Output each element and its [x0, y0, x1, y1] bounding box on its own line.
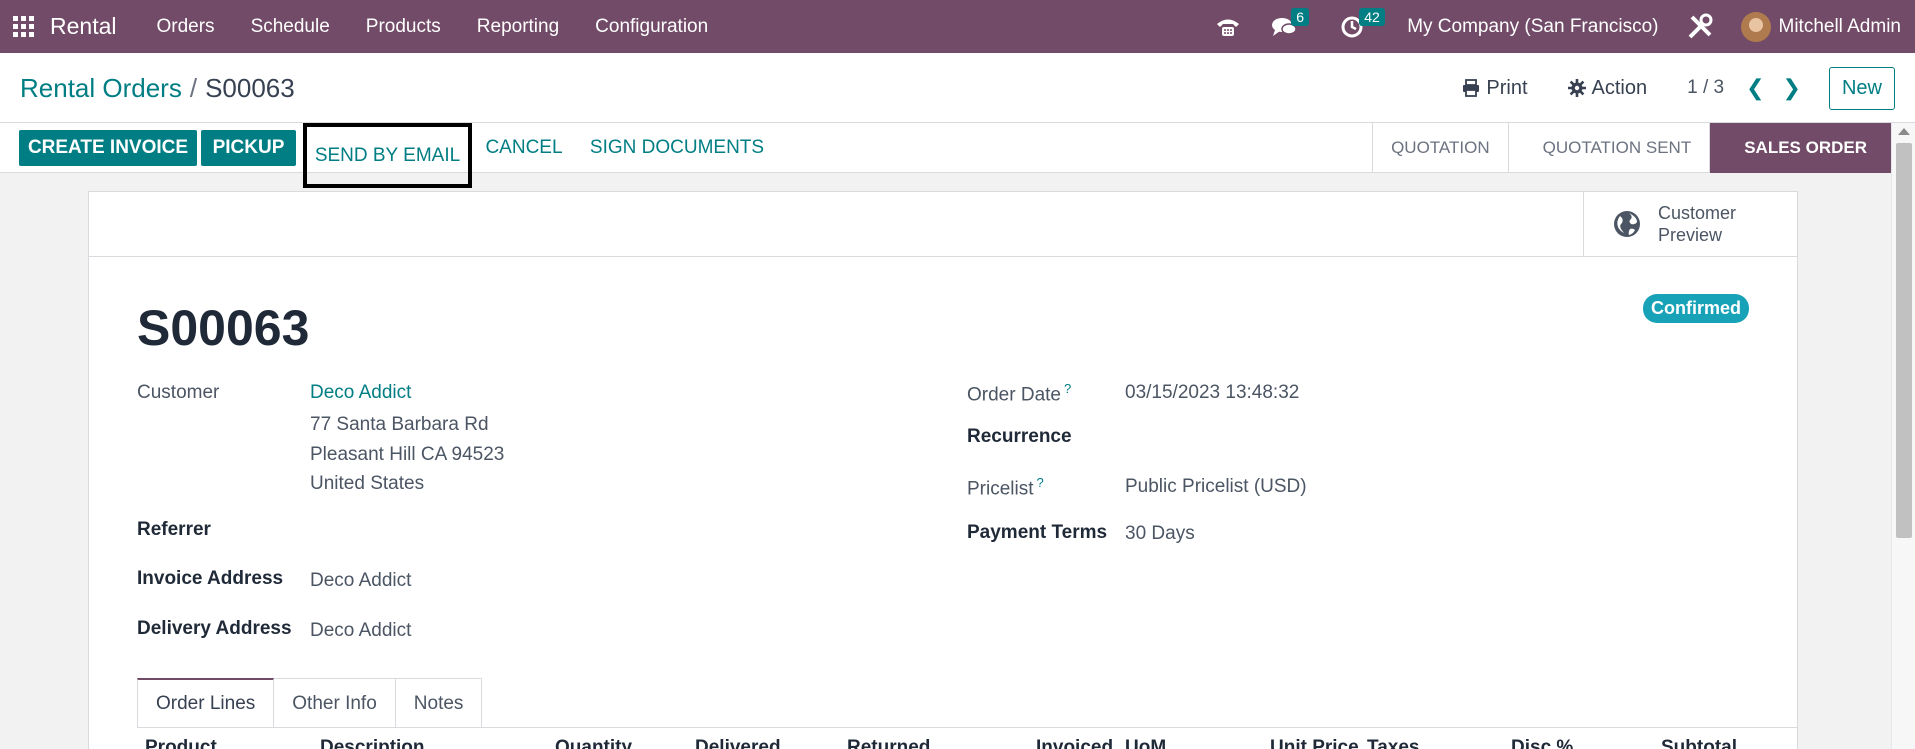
customer-preview-button[interactable]: Customer Preview	[1583, 192, 1797, 256]
customer-address-line-2: Pleasant Hill CA 94523	[310, 444, 505, 465]
app-brand[interactable]: Rental	[50, 13, 116, 40]
debug-tools-icon[interactable]	[1681, 0, 1719, 53]
pricelist-label-text: Pricelist	[967, 478, 1034, 500]
cancel-button[interactable]: CANCEL	[478, 130, 570, 166]
stage-sales-order[interactable]: SALES ORDER	[1709, 123, 1891, 173]
company-switcher[interactable]: My Company (San Francisco)	[1407, 16, 1658, 38]
stage-pipeline: QUOTATION QUOTATION SENT SALES ORDER	[1372, 123, 1891, 173]
activities-clock-icon[interactable]: 42	[1331, 0, 1385, 53]
column-description[interactable]: Description	[320, 737, 425, 749]
pager-previous-icon[interactable]: ❮	[1746, 75, 1764, 101]
recurrence-label: Recurrence	[967, 426, 1072, 447]
messages-icon[interactable]: 6	[1263, 0, 1309, 53]
order-date-help-icon[interactable]: ?	[1064, 381, 1071, 396]
column-product[interactable]: Product	[145, 737, 217, 749]
pager-next-icon[interactable]: ❯	[1783, 75, 1801, 101]
stage-quotation[interactable]: QUOTATION	[1372, 123, 1508, 173]
apps-menu-icon[interactable]	[0, 0, 46, 53]
phone-icon[interactable]	[1207, 0, 1249, 53]
menu-schedule[interactable]: Schedule	[233, 16, 348, 38]
print-label: Print	[1486, 76, 1528, 99]
column-subtotal[interactable]: Subtotal	[1661, 737, 1737, 749]
customer-link[interactable]: Deco Addict	[310, 382, 411, 404]
customer-label: Customer	[137, 382, 220, 403]
send-by-email-button[interactable]: SEND BY EMAIL	[303, 123, 472, 188]
order-title: S00063	[137, 300, 310, 356]
scrollbar-thumb[interactable]	[1896, 143, 1912, 538]
status-badge: Confirmed	[1643, 294, 1749, 323]
form-statusbar: CREATE INVOICE PICKUP SEND BY EMAIL CANC…	[0, 123, 1915, 188]
notebook-tabs: Order Lines Other Info Notes	[137, 678, 483, 728]
payment-terms-label: Payment Terms	[967, 522, 1108, 543]
column-returned[interactable]: Returned	[847, 737, 930, 749]
column-uom[interactable]: UoM	[1125, 737, 1166, 749]
messages-badge: 6	[1291, 8, 1309, 26]
tab-order-lines[interactable]: Order Lines	[137, 678, 275, 728]
column-invoiced[interactable]: Invoiced	[1036, 737, 1113, 749]
stage-quotation-sent[interactable]: QUOTATION SENT	[1507, 123, 1710, 173]
action-button[interactable]: Action	[1567, 76, 1648, 100]
column-unit-price[interactable]: Unit Price	[1270, 737, 1359, 749]
activities-badge: 42	[1359, 8, 1385, 26]
breadcrumb: Rental Orders / S00063	[20, 73, 295, 104]
order-date-label: Order Date?	[967, 381, 1071, 406]
column-discount[interactable]: Disc.%	[1511, 737, 1573, 749]
user-menu[interactable]: Mitchell Admin	[1779, 16, 1902, 38]
menu-configuration[interactable]: Configuration	[577, 16, 726, 38]
customer-address-line-1: 77 Santa Barbara Rd	[310, 414, 489, 435]
order-date-label-text: Order Date	[967, 384, 1061, 406]
globe-icon	[1614, 211, 1640, 237]
print-button[interactable]: Print	[1462, 76, 1528, 100]
column-taxes[interactable]: Taxes	[1367, 737, 1419, 749]
print-icon	[1463, 79, 1480, 97]
delivery-address-field[interactable]: Deco Addict	[310, 620, 411, 642]
referrer-label: Referrer	[137, 519, 211, 540]
tab-other-info[interactable]: Other Info	[274, 678, 396, 728]
new-button[interactable]: New	[1828, 66, 1895, 110]
column-delivered[interactable]: Delivered	[695, 737, 781, 749]
delivery-address-label: Delivery Address	[137, 618, 292, 639]
pricelist-field[interactable]: Public Pricelist (USD)	[1125, 476, 1307, 498]
breadcrumb-separator: /	[189, 73, 198, 103]
page-scrollbar[interactable]	[1891, 123, 1915, 749]
invoice-address-label: Invoice Address	[137, 568, 284, 589]
order-date-field[interactable]: 03/15/2023 13:48:32	[1125, 382, 1299, 404]
payment-terms-field[interactable]: 30 Days	[1125, 523, 1195, 545]
menu-orders[interactable]: Orders	[138, 16, 232, 38]
breadcrumb-current: S00063	[205, 73, 295, 103]
pricelist-help-icon[interactable]: ?	[1037, 475, 1044, 490]
customer-preview-label: Customer Preview	[1658, 203, 1737, 245]
navbar-systray: 6 42 My Company (San Francisco) Mitchell…	[1207, 0, 1915, 53]
sign-documents-button[interactable]: SIGN DOCUMENTS	[582, 130, 772, 166]
action-label: Action	[1591, 76, 1648, 99]
scroll-up-icon[interactable]	[1898, 128, 1910, 135]
menu-products[interactable]: Products	[348, 16, 459, 38]
gear-icon	[1567, 79, 1586, 97]
breadcrumb-parent-link[interactable]: Rental Orders	[20, 73, 182, 103]
tab-divider	[137, 727, 1797, 728]
invoice-address-field[interactable]: Deco Addict	[310, 570, 411, 592]
button-box: Customer Preview	[88, 191, 1798, 257]
tab-notes[interactable]: Notes	[395, 678, 483, 728]
pickup-button[interactable]: PICKUP	[201, 130, 296, 166]
customer-address-line-3: United States	[310, 473, 425, 494]
control-panel: Rental Orders / S00063 Print Action 1 / 3 …	[0, 53, 1915, 123]
form-sheet: S00063 Confirmed Customer Deco Addict 77…	[88, 257, 1798, 749]
top-navbar: Rental Orders Schedule Products Reportin…	[0, 0, 1915, 53]
column-quantity[interactable]: Quantity	[555, 737, 632, 749]
pricelist-label: Pricelist?	[967, 475, 1044, 500]
user-avatar[interactable]	[1740, 11, 1771, 42]
menu-reporting[interactable]: Reporting	[459, 16, 577, 38]
create-invoice-button[interactable]: CREATE INVOICE	[19, 130, 197, 166]
pager-value[interactable]: 1 / 3	[1687, 77, 1724, 99]
